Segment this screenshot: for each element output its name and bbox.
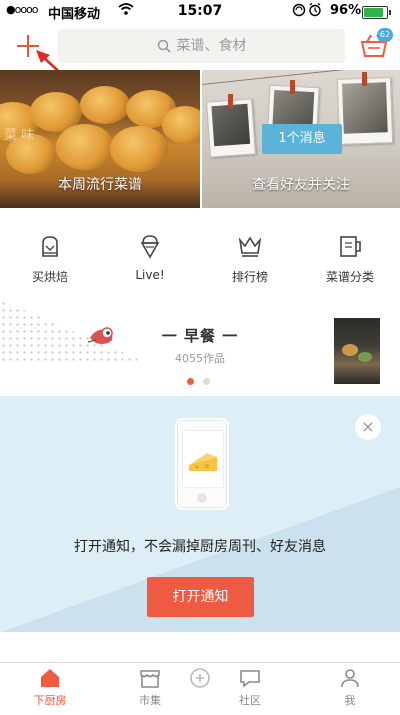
section-thumbnail[interactable] (334, 318, 380, 384)
alarm-icon (292, 2, 321, 17)
category-recipe-types[interactable]: 菜谱分类 (300, 226, 400, 285)
tab-label: 市集 (139, 694, 161, 707)
clip-icon (290, 80, 295, 94)
crown-icon (238, 236, 262, 257)
category-label: 排行榜 (231, 270, 268, 284)
photo-card (336, 77, 394, 145)
search-icon (157, 39, 171, 53)
tab-label: 社区 (239, 694, 261, 707)
shop-icon (140, 670, 160, 688)
status-bar: ●oooo 中国移动 15:07 96% (0, 0, 400, 22)
menu-card-icon (340, 236, 361, 257)
phone-illustration (175, 418, 229, 510)
page-dot-active[interactable] (187, 378, 194, 385)
tab-me[interactable]: 我 (310, 666, 390, 708)
search-placeholder: 菜谱、食材 (176, 38, 247, 54)
category-live[interactable]: Live! (100, 226, 200, 282)
category-label: 菜谱分类 (325, 270, 374, 284)
center-icon (190, 668, 210, 688)
category-bake[interactable]: 买烘焙 (0, 226, 100, 285)
house-icon (41, 669, 59, 687)
battery-icon (362, 6, 391, 19)
clip-icon (362, 72, 367, 86)
notification-text: 打开通知，不会漏掉厨房周刊、好友消息 (74, 539, 326, 555)
banner-title: 查看好友并关注 (252, 177, 350, 193)
glove-icon (42, 236, 58, 257)
person-icon (341, 669, 359, 688)
page-dot[interactable] (203, 378, 210, 385)
tart-image (56, 124, 114, 170)
tab-label: 我 (344, 694, 356, 707)
banner-title: 本周流行菜谱 (58, 177, 142, 193)
category-label: Live! (135, 268, 165, 282)
banner-overlay-text: 菜 味 (4, 128, 35, 143)
ice-cream-icon (140, 235, 160, 259)
tart-image (162, 106, 200, 144)
cart-badge: 62 (377, 28, 393, 42)
close-button[interactable]: × (355, 414, 381, 440)
tab-community[interactable]: 社区 (210, 666, 290, 708)
category-label: 买烘焙 (31, 270, 68, 284)
tab-label: 下厨房 (33, 694, 67, 707)
battery-percent: 96% (330, 3, 362, 18)
tart-image (80, 86, 130, 124)
message-button[interactable]: 1个消息 (262, 124, 342, 154)
open-notifications-button[interactable]: 打开通知 (147, 577, 254, 617)
cheese-icon (189, 453, 217, 471)
chat-icon (240, 670, 260, 688)
banner-weekly-recipes[interactable]: 菜 味 本周流行菜谱 (0, 70, 200, 208)
category-ranking[interactable]: 排行榜 (200, 226, 300, 285)
clip-icon (228, 94, 233, 108)
tab-home[interactable]: 下厨房 (10, 666, 90, 708)
tart-image (110, 126, 168, 172)
